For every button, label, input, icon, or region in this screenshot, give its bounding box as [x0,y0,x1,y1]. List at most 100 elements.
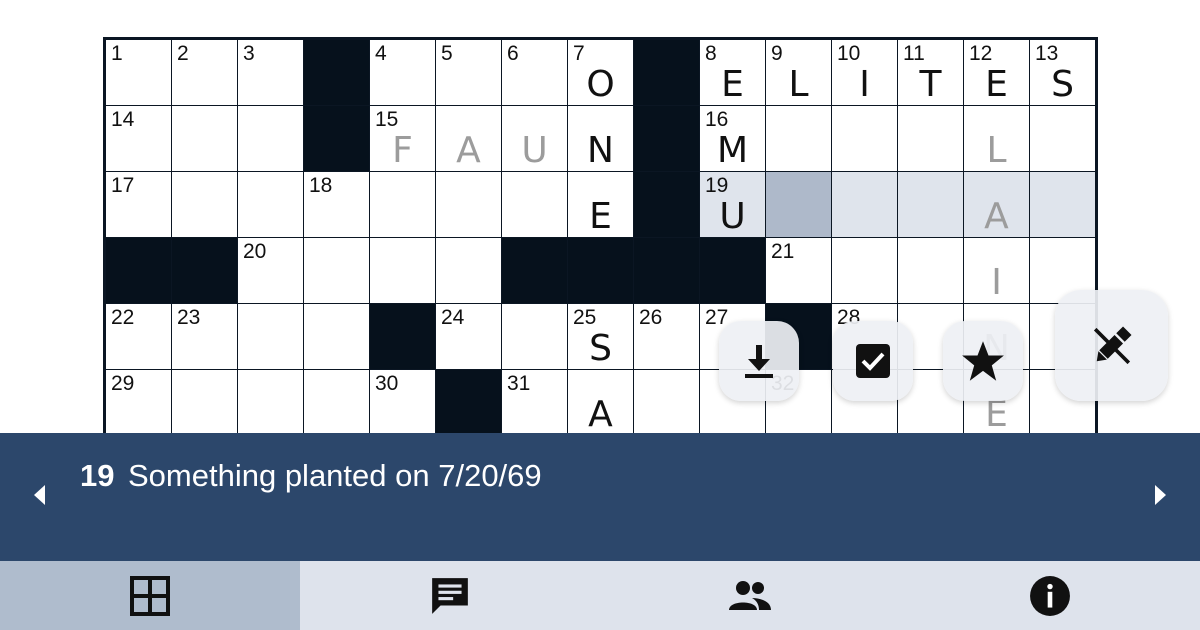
grid-cell[interactable]: 29 [106,370,172,436]
cell-number: 31 [507,372,531,395]
grid-cell[interactable] [172,106,238,172]
download-button[interactable] [719,321,799,401]
cell-number: 8 [705,42,717,65]
cell-letter: N [587,130,614,171]
grid-cell[interactable]: E [568,172,634,238]
grid-cell[interactable]: 9L [766,40,832,106]
pencil-letter: I [991,262,1002,303]
next-clue-arrow[interactable] [1155,485,1166,505]
grid-cell[interactable]: U [502,106,568,172]
tab-info[interactable] [900,561,1200,630]
grid-cell[interactable] [238,304,304,370]
cell-number: 7 [573,42,585,65]
grid-cell[interactable] [370,172,436,238]
cell-number: 6 [507,42,519,65]
grid-cell[interactable]: 3 [238,40,304,106]
cell-number: 24 [441,306,465,329]
grid-cell[interactable]: 5 [436,40,502,106]
previous-clue-arrow[interactable] [34,485,45,505]
grid-cell[interactable] [766,106,832,172]
grid-cell[interactable]: 4 [370,40,436,106]
grid-cell[interactable] [502,172,568,238]
grid-cell[interactable] [238,172,304,238]
grid-cell[interactable] [766,172,832,238]
grid-cell[interactable]: 6 [502,40,568,106]
grid-cell[interactable]: 26 [634,304,700,370]
grid-cell[interactable]: 15 F [370,106,436,172]
grid-cell[interactable] [832,238,898,304]
tab-grid[interactable] [0,561,300,630]
grid-cell[interactable]: I [964,238,1030,304]
pencil-letter: F [392,130,413,171]
grid-cell[interactable]: 1 [106,40,172,106]
black-cell [106,238,172,304]
grid-cell[interactable]: 20 [238,238,304,304]
grid-cell[interactable] [436,172,502,238]
grid-cell[interactable] [1030,172,1095,238]
chat-icon [432,577,468,614]
grid-cell[interactable]: 30 [370,370,436,436]
grid-cell[interactable]: 25 S [568,304,634,370]
grid-cell[interactable]: 19 U [700,172,766,238]
grid-cell[interactable]: 8E [700,40,766,106]
black-cell [634,238,700,304]
grid-cell[interactable] [1030,106,1095,172]
grid-cell[interactable] [832,172,898,238]
grid-cell[interactable]: L [964,106,1030,172]
cell-letter: S [1051,64,1074,105]
grid-cell[interactable] [172,370,238,436]
grid-cell[interactable]: A [964,172,1030,238]
grid-cell[interactable] [370,238,436,304]
grid-cell[interactable]: 14 [106,106,172,172]
grid-cell[interactable]: 12 E [964,40,1030,106]
grid-cell[interactable] [502,304,568,370]
grid-cell[interactable] [172,172,238,238]
black-cell [304,40,370,106]
pencil-icon [1093,325,1132,364]
black-cell [502,238,568,304]
grid-cell[interactable] [304,370,370,436]
grid-cell[interactable]: 16 M [700,106,766,172]
grid-cell[interactable]: 18 [304,172,370,238]
grid-cell[interactable] [898,172,964,238]
grid-cell[interactable]: 21 [766,238,832,304]
grid-cell[interactable]: 24 [436,304,502,370]
grid-cell[interactable] [898,238,964,304]
grid-cell[interactable]: N [568,106,634,172]
cell-letter: O [586,64,615,105]
grid-cell[interactable]: 22 [106,304,172,370]
grid-cell[interactable]: 13 S [1030,40,1095,106]
cell-number: 15 [375,108,399,131]
grid-cell[interactable]: 31 [502,370,568,436]
reveal-button[interactable] [943,321,1023,401]
grid-cell[interactable] [898,106,964,172]
check-button[interactable] [833,321,913,401]
cell-number: 25 [573,306,597,329]
grid-cell[interactable] [832,106,898,172]
cell-letter: A [588,394,613,435]
grid-cell[interactable]: 2 [172,40,238,106]
grid-cell[interactable]: 10 I [832,40,898,106]
cell-number: 18 [309,174,333,197]
grid-cell[interactable] [634,370,700,436]
grid-cell[interactable] [304,304,370,370]
tab-chat[interactable] [300,561,600,630]
cell-letter: S [589,328,612,369]
grid-cell[interactable] [238,106,304,172]
grid-cell[interactable]: 11 T [898,40,964,106]
grid-cell[interactable]: A [436,106,502,172]
people-icon [729,580,771,610]
pencil-mode-button[interactable] [1055,290,1168,401]
grid-cell[interactable]: 17 [106,172,172,238]
cell-number: 17 [111,174,135,197]
grid-cell[interactable] [238,370,304,436]
grid-cell[interactable]: A [568,370,634,436]
tab-people[interactable] [600,561,900,630]
grid-cell[interactable] [304,238,370,304]
grid-cell[interactable] [436,238,502,304]
black-cell [370,304,436,370]
grid-cell[interactable]: 7O [568,40,634,106]
cell-number: 4 [375,42,387,65]
cell-number: 9 [771,42,783,65]
grid-cell[interactable]: 23 [172,304,238,370]
